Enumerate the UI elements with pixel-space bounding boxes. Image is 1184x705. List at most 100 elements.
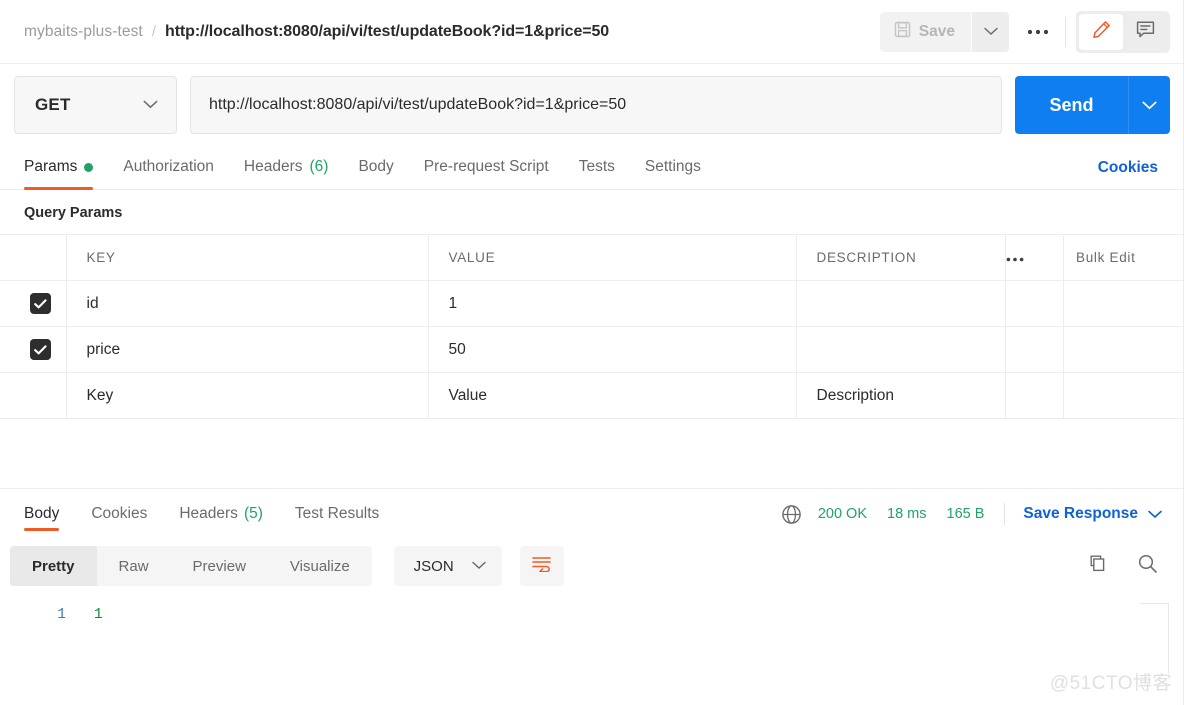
- response-size: 165 B: [946, 506, 985, 522]
- table-header-row: KEY VALUE DESCRIPTION Bulk Edit: [0, 234, 1184, 281]
- save-disk-icon: [894, 21, 911, 43]
- header-value: VALUE: [428, 234, 797, 281]
- response-tab-headers-label: Headers: [179, 505, 238, 522]
- response-format-select[interactable]: JSON: [393, 546, 502, 586]
- http-method-label: GET: [35, 95, 71, 114]
- breadcrumb-collection[interactable]: mybaits-plus-test: [24, 23, 143, 41]
- bulk-edit-button[interactable]: Bulk Edit: [1063, 234, 1184, 281]
- table-row: id 1: [0, 280, 1184, 327]
- response-tab-headers-count: (5): [243, 505, 263, 522]
- edit-mode-button[interactable]: [1079, 13, 1123, 50]
- new-param-value-input[interactable]: Value: [428, 372, 797, 419]
- tab-authorization-label: Authorization: [123, 158, 214, 175]
- view-pretty-button[interactable]: Pretty: [10, 546, 97, 586]
- tab-params[interactable]: Params: [14, 145, 108, 190]
- header-checkbox-cell: [0, 234, 67, 281]
- chevron-down-icon: [471, 557, 486, 575]
- tab-body[interactable]: Body: [343, 145, 408, 189]
- response-body-viewer[interactable]: 1 1 @51CTO博客: [0, 593, 1184, 705]
- save-button-label: Save: [918, 22, 955, 40]
- param-value[interactable]: 50: [428, 326, 797, 373]
- view-preview-button[interactable]: Preview: [171, 546, 268, 586]
- search-response-button[interactable]: [1137, 553, 1158, 579]
- send-button[interactable]: Send: [1015, 76, 1128, 134]
- save-response-button[interactable]: Save Response: [1023, 505, 1138, 523]
- breadcrumb: mybaits-plus-test / http://localhost:808…: [24, 23, 880, 41]
- response-tab-test-results[interactable]: Test Results: [279, 489, 395, 539]
- pencil-icon: [1091, 19, 1112, 45]
- send-options-caret[interactable]: [1128, 76, 1170, 134]
- response-tab-cookies[interactable]: Cookies: [75, 489, 163, 539]
- request-more-options-button[interactable]: [1015, 12, 1061, 52]
- tab-tests-label: Tests: [578, 158, 615, 175]
- tab-tests[interactable]: Tests: [564, 145, 630, 189]
- watermark: @51CTO博客: [1049, 673, 1172, 694]
- response-tab-body[interactable]: Body: [14, 489, 75, 539]
- empty-row-spacer-1: [1005, 372, 1064, 419]
- param-description[interactable]: [796, 326, 1006, 373]
- line-number: 1: [57, 607, 66, 623]
- param-value[interactable]: 1: [428, 280, 797, 327]
- view-visualize-button[interactable]: Visualize: [268, 546, 372, 586]
- row-checkbox-cell: [0, 280, 67, 327]
- save-button[interactable]: Save: [879, 11, 971, 52]
- table-row-empty: Key Value Description: [0, 372, 1184, 419]
- response-tab-cookies-label: Cookies: [91, 505, 148, 522]
- tab-body-label: Body: [358, 158, 394, 175]
- response-view-segmented-control: Pretty Raw Preview Visualize: [10, 546, 372, 586]
- response-scrollbar-cap: [1139, 603, 1169, 604]
- http-method-select[interactable]: GET: [14, 76, 177, 134]
- response-tab-bar: Body Cookies Headers (5) Test Results 20…: [0, 489, 1184, 539]
- chevron-down-icon: [143, 96, 158, 114]
- save-response-caret-icon[interactable]: [1148, 510, 1162, 519]
- new-param-description-input[interactable]: Description: [796, 372, 1006, 419]
- response-toolbar: Pretty Raw Preview Visualize JSON: [0, 539, 1184, 593]
- tab-settings-label: Settings: [644, 158, 701, 175]
- response-scrollbar[interactable]: [1168, 603, 1169, 673]
- tab-pre-request-script[interactable]: Pre-request Script: [409, 145, 564, 189]
- params-table-options-button[interactable]: [1005, 234, 1064, 281]
- breadcrumb-separator: /: [151, 22, 157, 40]
- breadcrumb-request-name[interactable]: http://localhost:8080/api/vi/test/update…: [165, 23, 609, 41]
- param-description[interactable]: [796, 280, 1006, 327]
- url-input[interactable]: http://localhost:8080/api/vi/test/update…: [190, 76, 1002, 134]
- copy-icon: [1086, 553, 1107, 579]
- query-params-section: Query Params KEY VALUE DESCRIPTION Bulk …: [0, 190, 1184, 489]
- row-spacer-2: [1063, 326, 1184, 373]
- cookies-link[interactable]: Cookies: [1098, 159, 1170, 177]
- tab-params-label: Params: [24, 158, 78, 175]
- url-bar: GET http://localhost:8080/api/vi/test/up…: [0, 64, 1184, 146]
- response-format-label: JSON: [413, 557, 454, 575]
- query-params-table: KEY VALUE DESCRIPTION Bulk Edit id 1 pri…: [0, 234, 1184, 419]
- new-param-key-input[interactable]: Key: [66, 372, 429, 419]
- params-empty-area: [0, 419, 1184, 489]
- header-description: DESCRIPTION: [796, 234, 1006, 281]
- view-mode-group: [1076, 10, 1170, 53]
- tab-settings[interactable]: Settings: [630, 145, 716, 189]
- word-wrap-icon: [531, 555, 552, 577]
- response-body-line: 1 1: [0, 593, 1184, 623]
- param-key[interactable]: id: [66, 280, 429, 327]
- empty-row-checkbox-cell: [0, 372, 67, 419]
- view-raw-button[interactable]: Raw: [97, 546, 171, 586]
- tab-pre-request-script-label: Pre-request Script: [423, 158, 549, 175]
- response-toolbar-actions: [1086, 553, 1170, 579]
- send-button-group: Send: [1015, 76, 1170, 134]
- response-tab-body-label: Body: [24, 505, 60, 522]
- param-key[interactable]: price: [66, 326, 429, 373]
- tab-headers[interactable]: Headers (6): [229, 145, 344, 189]
- copy-response-button[interactable]: [1086, 553, 1107, 579]
- row-spacer-2: [1063, 280, 1184, 327]
- tab-headers-count: (6): [309, 158, 329, 175]
- word-wrap-toggle[interactable]: [519, 546, 564, 586]
- query-params-title: Query Params: [24, 205, 123, 221]
- tab-authorization[interactable]: Authorization: [108, 145, 228, 189]
- table-row: price 50: [0, 326, 1184, 373]
- response-tab-headers[interactable]: Headers (5): [163, 489, 279, 539]
- param-enabled-checkbox[interactable]: [30, 293, 51, 314]
- response-time: 18 ms: [887, 506, 927, 522]
- param-enabled-checkbox[interactable]: [30, 339, 51, 360]
- save-options-caret[interactable]: [972, 11, 1009, 52]
- params-modified-dot-icon: [84, 162, 94, 172]
- comment-mode-button[interactable]: [1123, 14, 1167, 50]
